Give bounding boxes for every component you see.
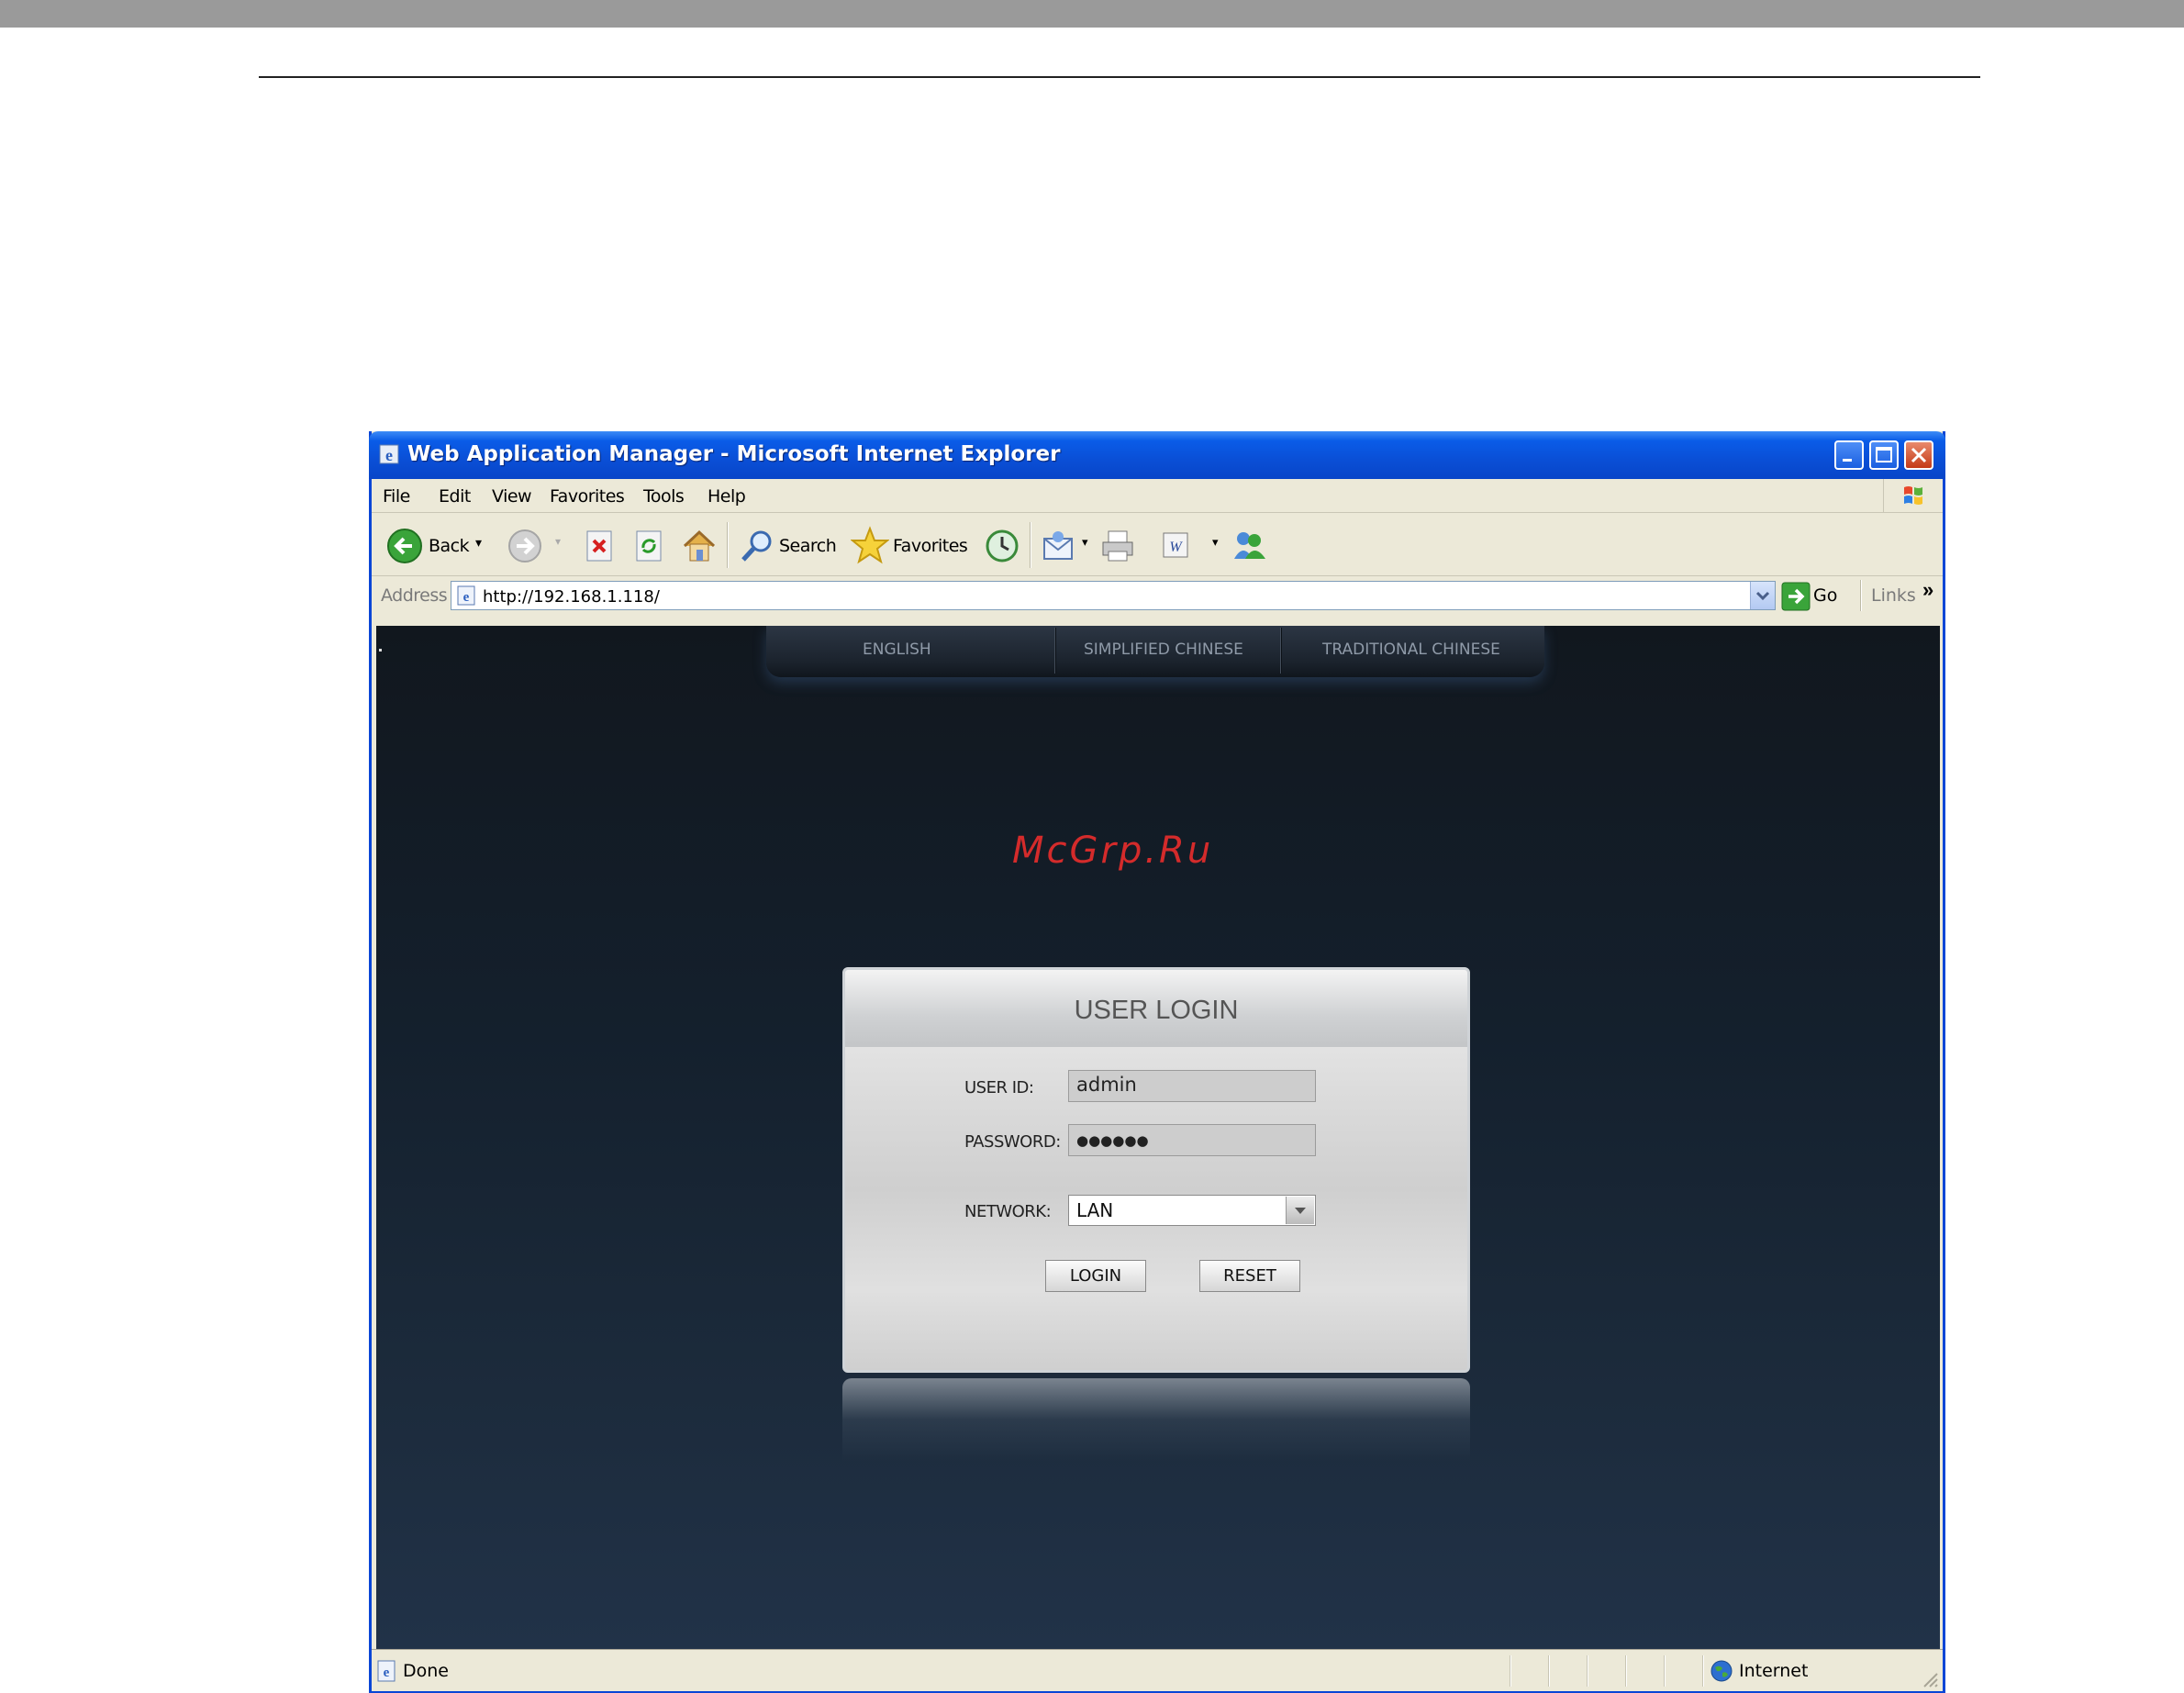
status-divider — [1702, 1655, 1704, 1687]
svg-text:e: e — [463, 590, 470, 605]
toolbar: Back ▾ ▾ Search Favorites ▾ W ▾ — [372, 513, 1943, 576]
watermark: McGrp.Ru — [1012, 830, 1214, 872]
maximize-icon — [1876, 447, 1892, 462]
home-icon[interactable] — [681, 528, 718, 564]
windows-logo-icon — [1883, 479, 1943, 512]
search-icon — [741, 530, 772, 562]
address-separator — [1860, 580, 1862, 611]
search-label: Search — [779, 536, 837, 556]
globe-icon — [1710, 1660, 1733, 1682]
status-divider — [1548, 1655, 1550, 1687]
favorites-label: Favorites — [893, 536, 968, 556]
svg-text:e: e — [384, 1665, 390, 1680]
address-bar: Address e http://192.168.1.118/ Go Links… — [372, 576, 1943, 615]
login-button[interactable]: LOGIN — [1045, 1260, 1146, 1292]
chevron-down-icon — [1295, 1208, 1306, 1214]
favorites-star-icon — [851, 526, 889, 564]
login-panel: USER LOGIN USER ID: admin PASSWORD: ●●●●… — [842, 967, 1470, 1373]
go-arrow-icon[interactable] — [1781, 582, 1811, 611]
resize-grip-icon[interactable] — [1921, 1670, 1939, 1688]
close-button[interactable] — [1904, 440, 1933, 470]
back-dropdown-icon[interactable]: ▾ — [475, 535, 482, 551]
edit-word-icon[interactable]: W — [1161, 529, 1192, 562]
status-divider — [1625, 1655, 1627, 1687]
lang-english[interactable]: ENGLISH — [863, 640, 931, 659]
lang-divider — [1280, 628, 1282, 674]
lang-divider — [1054, 628, 1056, 674]
menu-file[interactable]: File — [383, 486, 410, 507]
network-select[interactable]: LAN — [1068, 1195, 1316, 1226]
horizontal-rule — [259, 76, 1980, 78]
maximize-button[interactable] — [1869, 440, 1899, 470]
favorites-button[interactable]: Favorites — [847, 513, 968, 575]
password-label: PASSWORD: — [964, 1132, 1061, 1152]
address-dropdown-button[interactable] — [1750, 582, 1775, 609]
history-icon[interactable] — [984, 528, 1020, 564]
svg-text:e: e — [385, 446, 393, 464]
menu-view[interactable]: View — [492, 486, 532, 507]
links-button[interactable]: Links — [1871, 585, 1916, 606]
back-label: Back — [429, 536, 470, 556]
messenger-icon[interactable] — [1229, 528, 1269, 564]
user-id-label: USER ID: — [964, 1078, 1034, 1097]
close-icon — [1911, 447, 1927, 463]
lang-simplified-chinese[interactable]: SIMPLIFIED CHINESE — [1084, 640, 1243, 659]
refresh-icon[interactable] — [634, 529, 665, 562]
menu-edit[interactable]: Edit — [439, 486, 471, 507]
network-value: LAN — [1076, 1199, 1114, 1221]
status-divider — [1664, 1655, 1666, 1687]
network-label: NETWORK: — [964, 1202, 1052, 1221]
page-content: ENGLISH SIMPLIFIED CHINESE TRADITIONAL C… — [376, 626, 1940, 1649]
back-button[interactable]: Back ▾ — [381, 513, 491, 575]
login-panel-header: USER LOGIN — [845, 970, 1467, 1047]
chevron-down-icon — [1755, 591, 1770, 601]
menu-help[interactable]: Help — [708, 486, 746, 507]
menu-favorites[interactable]: Favorites — [550, 486, 625, 507]
address-input[interactable]: e http://192.168.1.118/ — [451, 581, 1776, 610]
page-dot — [379, 649, 382, 652]
address-label: Address — [381, 585, 448, 606]
status-text: Done — [403, 1661, 449, 1681]
go-button[interactable]: Go — [1813, 585, 1837, 606]
lang-traditional-chinese[interactable]: TRADITIONAL CHINESE — [1322, 640, 1500, 659]
menu-tools[interactable]: Tools — [643, 486, 685, 507]
menu-bar: File Edit View Favorites Tools Help — [372, 479, 1943, 513]
status-zone: Internet — [1739, 1661, 1809, 1681]
edit-dropdown-icon[interactable]: ▾ — [1212, 535, 1219, 550]
chevron-right-icon[interactable]: » — [1922, 578, 1933, 602]
ie-icon: e — [379, 444, 399, 464]
title-bar: e Web Application Manager - Microsoft In… — [369, 431, 1945, 479]
page-icon: e — [457, 585, 475, 606]
mail-dropdown-icon[interactable]: ▾ — [1082, 535, 1088, 550]
status-bar: e Done Internet — [372, 1649, 1943, 1691]
status-divider — [1510, 1655, 1511, 1687]
toolbar-separator — [727, 522, 729, 568]
password-field[interactable]: ●●●●●● — [1068, 1124, 1316, 1156]
forward-arrow-icon[interactable] — [507, 529, 542, 563]
forward-dropdown-icon[interactable]: ▾ — [555, 535, 561, 548]
toolbar-separator — [1030, 522, 1031, 568]
language-nav: ENGLISH SIMPLIFIED CHINESE TRADITIONAL C… — [766, 626, 1544, 677]
stop-icon[interactable] — [585, 529, 616, 562]
user-id-field[interactable]: admin — [1068, 1070, 1316, 1102]
network-dropdown-button[interactable] — [1286, 1197, 1314, 1224]
print-icon[interactable] — [1100, 528, 1137, 564]
page-done-icon: e — [377, 1660, 396, 1682]
back-arrow-icon — [387, 529, 422, 563]
address-url: http://192.168.1.118/ — [483, 587, 660, 607]
minimize-button[interactable] — [1834, 440, 1864, 470]
window-title: Web Application Manager - Microsoft Inte… — [407, 442, 1061, 466]
status-divider — [1587, 1655, 1588, 1687]
login-title: USER LOGIN — [1074, 996, 1239, 1025]
mail-icon[interactable] — [1042, 528, 1078, 564]
page-top-bar — [0, 0, 2184, 28]
reset-button[interactable]: RESET — [1199, 1260, 1300, 1292]
browser-window: e Web Application Manager - Microsoft In… — [369, 431, 1945, 1693]
panel-reflection — [842, 1378, 1470, 1461]
search-button[interactable]: Search — [735, 513, 838, 575]
svg-text:W: W — [1169, 540, 1183, 555]
minimize-icon — [1843, 459, 1852, 462]
